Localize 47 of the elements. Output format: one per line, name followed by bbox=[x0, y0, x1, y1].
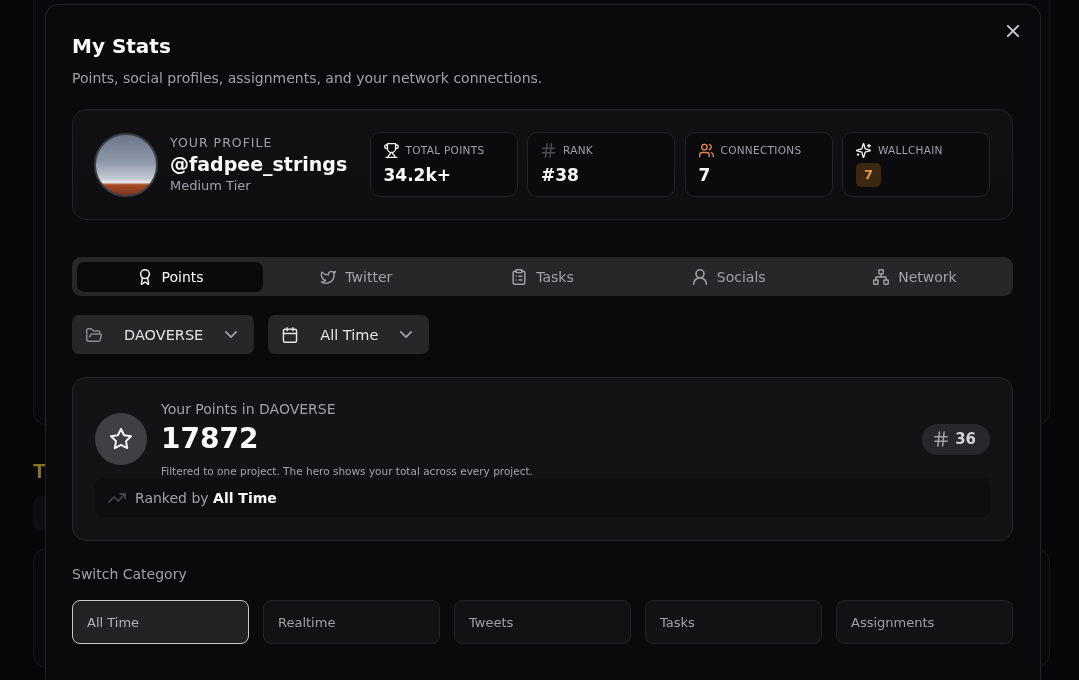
sparkles-icon bbox=[856, 142, 871, 158]
stat-label: TOTAL POINTS bbox=[405, 144, 485, 156]
category-option[interactable]: Assignments bbox=[836, 600, 1013, 644]
tab[interactable]: Points bbox=[77, 261, 264, 292]
people-icon bbox=[698, 142, 714, 158]
person-icon[interactable] bbox=[691, 268, 708, 285]
points-value: 17872 bbox=[161, 422, 260, 456]
count-chip: 7 bbox=[856, 163, 882, 187]
category-option[interactable]: Realtime bbox=[263, 600, 440, 644]
stat-label: RANK bbox=[563, 144, 593, 156]
dialog-title: My Stats bbox=[72, 33, 172, 60]
tab[interactable]: Network bbox=[821, 261, 1008, 292]
section-heading: T bbox=[33, 458, 46, 484]
category-option[interactable]: Tasks bbox=[645, 600, 822, 644]
calendar-icon[interactable] bbox=[282, 326, 299, 343]
trend-up-icon bbox=[108, 492, 126, 503]
points-title: Your Points in DAOVERSE bbox=[161, 400, 337, 418]
chevron-down-icon[interactable] bbox=[225, 331, 238, 338]
tab[interactable]: Twitter bbox=[263, 261, 450, 292]
hash-icon bbox=[934, 431, 949, 447]
period-dropdown[interactable]: All Time bbox=[268, 315, 430, 354]
tier-label: Medium Tier bbox=[170, 177, 252, 194]
stat-value: #38 bbox=[541, 164, 580, 187]
trophy-icon bbox=[383, 142, 399, 158]
stat-label: CONNECTIONS bbox=[720, 144, 802, 156]
stat-label: WALLCHAIN bbox=[878, 144, 943, 156]
stat-value: 34.2k+ bbox=[383, 164, 452, 187]
profile-label: YOUR PROFILE bbox=[170, 135, 274, 151]
stat-value: 7 bbox=[698, 164, 712, 187]
project-dropdown[interactable]: DAOVERSE bbox=[72, 315, 255, 354]
points-note: Filtered to one project. The hero shows your total across every project. bbox=[161, 464, 534, 478]
clipboard-icon[interactable] bbox=[511, 268, 528, 285]
category-option[interactable]: Tweets bbox=[454, 600, 631, 644]
dialog-subtitle: Points, social profiles, assignments, and your network connections. bbox=[72, 69, 543, 88]
category-option[interactable]: All Time bbox=[72, 600, 249, 644]
rank-value: 36 bbox=[955, 430, 976, 448]
bird-icon[interactable] bbox=[320, 268, 337, 285]
profile-handle: @fadpee_strings bbox=[170, 152, 349, 177]
tab[interactable]: Tasks bbox=[449, 261, 636, 292]
folder-icon[interactable] bbox=[86, 326, 102, 343]
chevron-down-icon[interactable] bbox=[400, 331, 413, 338]
section-label: Switch Category bbox=[72, 565, 188, 584]
close-icon[interactable] bbox=[1007, 25, 1019, 37]
tab[interactable]: Socials bbox=[635, 261, 822, 292]
network-icon[interactable] bbox=[873, 268, 890, 285]
ranked-by-text: Ranked by All Time bbox=[135, 489, 277, 506]
hash-icon bbox=[541, 142, 556, 158]
